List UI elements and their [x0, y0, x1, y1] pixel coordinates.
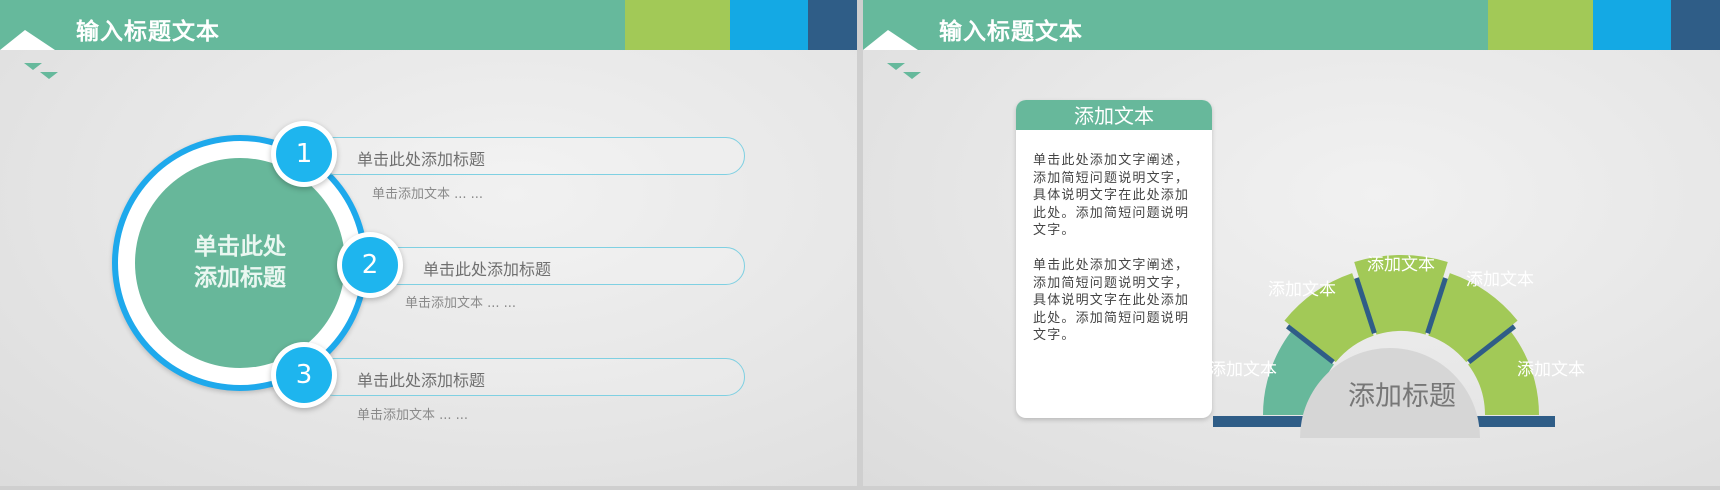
item-2-badge: 2	[337, 232, 403, 298]
fan-diagram: 添加标题 添加文本添加文本添加文本添加文本添加文本	[1209, 254, 1585, 438]
item-3-badge: 3	[271, 342, 337, 408]
item-2-title: 单击此处添加标题	[423, 260, 552, 279]
slide-left: 输入标题文本 单击此处添加标题 单击此处添加标题 单击添加文本 ... ... …	[0, 0, 857, 486]
fan-segment-1-label: 添加文本	[1209, 360, 1277, 380]
header-title: 输入标题文本	[76, 19, 220, 45]
header-block-blue	[730, 0, 808, 50]
item-1-badge: 1	[271, 121, 337, 187]
fan-segment-4-label: 添加文本	[1466, 270, 1534, 290]
item-2-number: 2	[342, 237, 398, 293]
item-3-subtitle: 单击添加文本 ... ...	[357, 408, 469, 423]
item-2-subtitle: 单击添加文本 ... ...	[405, 296, 517, 311]
item-3-number: 3	[276, 347, 332, 403]
header-block-navy	[808, 0, 857, 50]
item-1-subtitle: 单击添加文本 ... ...	[372, 187, 484, 202]
header-triangle-decoration	[0, 30, 58, 79]
header-block-green	[625, 0, 730, 50]
center-circle: 单击此处添加标题	[135, 158, 345, 368]
center-title: 单击此处添加标题	[194, 234, 286, 291]
item-3-title: 单击此处添加标题	[357, 371, 486, 390]
fan-segment-3-label: 添加文本	[1367, 255, 1435, 275]
item-1-title: 单击此处添加标题	[357, 150, 486, 169]
item-1-number: 1	[276, 126, 332, 182]
fan-segment-5-label: 添加文本	[1517, 360, 1585, 380]
fan-base-strip-left	[1213, 416, 1308, 427]
slide-right: 输入标题文本 添加文本 单击此处添加文字阐述，添加简短问题说明文字，具体说明文字…	[863, 0, 1720, 486]
fan-segment-2-label: 添加文本	[1268, 280, 1336, 300]
fan-center-title: 添加标题	[1348, 381, 1456, 412]
